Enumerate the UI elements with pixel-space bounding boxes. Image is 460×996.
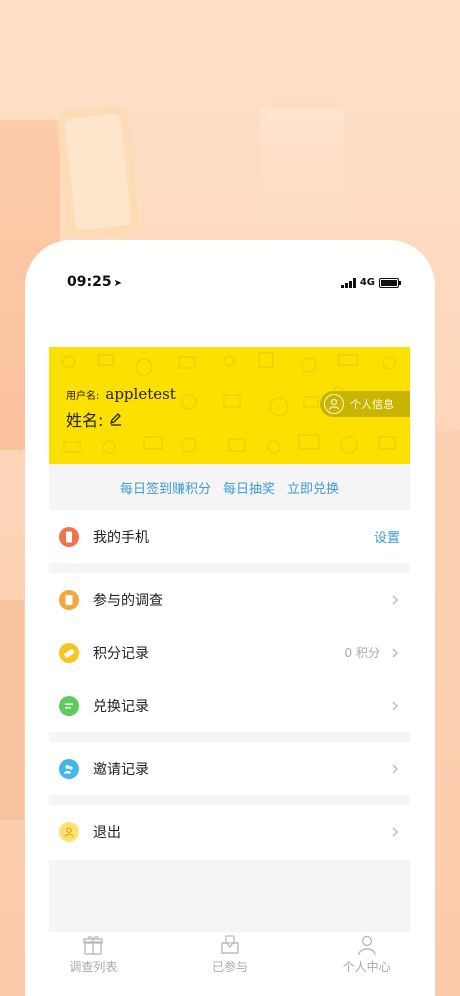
menu-label: 积分记录 [93, 645, 149, 662]
person-icon [357, 935, 376, 956]
chevron-right-icon [392, 701, 398, 710]
background-decoration [260, 108, 344, 228]
status-indicators: 4G [340, 277, 401, 288]
network-type: 4G [359, 277, 375, 288]
points-value: 0 积分 [344, 646, 380, 660]
background-decoration [0, 600, 24, 820]
menu-item-exchange[interactable]: 兑换记录 [49, 679, 410, 732]
tab-label: 调查列表 [69, 960, 118, 974]
redeem-now-link[interactable]: 立即兑换 [287, 478, 339, 497]
menu-label: 我的手机 [93, 529, 149, 546]
menu-label: 参与的调查 [93, 592, 163, 609]
user-avatar-icon [324, 394, 344, 414]
location-arrow-icon: ➤ [113, 278, 122, 289]
background-phone-illustration [55, 104, 141, 240]
signal-icon [340, 277, 356, 288]
username-label: 用户名: [66, 391, 100, 402]
menu-label: 邀请记录 [93, 761, 149, 778]
battery-icon [379, 277, 401, 288]
daily-checkin-link[interactable]: 每日签到赚积分 [120, 478, 211, 497]
menu-label: 退出 [93, 824, 121, 841]
background-decoration [436, 430, 460, 690]
daily-lottery-link[interactable]: 每日抽奖 [223, 478, 275, 497]
chevron-right-icon [392, 648, 398, 657]
chevron-right-icon [392, 827, 398, 836]
username-row: 用户名: appletest [66, 385, 176, 403]
menu-item-invite[interactable]: 邀请记录 [49, 742, 410, 795]
time-text: 09:25 [67, 274, 112, 290]
document-icon [59, 589, 79, 610]
menu-item-logout[interactable]: 退出 [49, 805, 410, 858]
menu-item-surveys[interactable]: 参与的调查 [49, 573, 410, 626]
menu-label: 兑换记录 [93, 698, 149, 715]
menu-item-my-phone[interactable]: 我的手机 设置 [49, 510, 410, 563]
divider [49, 732, 410, 742]
status-bar: 09:25 ➤ 4G [25, 240, 435, 330]
settings-link[interactable]: 设置 [374, 527, 400, 546]
list-icon [59, 695, 79, 716]
tab-bar: 调查列表 已参与 个人中心 [25, 932, 435, 992]
name-row[interactable]: 姓名: [66, 407, 123, 431]
quick-links: 每日签到赚积分 每日抽奖 立即兑换 [49, 464, 410, 510]
tab-personal-center[interactable]: 个人中心 [312, 934, 422, 975]
invite-users-icon [59, 758, 79, 779]
coupon-icon [59, 642, 79, 663]
menu-item-points[interactable]: 积分记录 0 积分 [49, 626, 410, 679]
user-logout-icon [59, 821, 79, 842]
profile-header: 用户名: appletest 姓名: 个人信息 [49, 347, 410, 464]
personal-info-button[interactable]: 个人信息 [320, 391, 410, 417]
tab-survey-list[interactable]: 调查列表 [38, 934, 148, 975]
divider [49, 563, 410, 573]
tab-label: 个人中心 [342, 960, 391, 974]
tab-label: 已参与 [211, 960, 248, 974]
name-label: 姓名: [66, 411, 104, 430]
chevron-right-icon [392, 595, 398, 604]
phone-icon [59, 526, 79, 547]
status-time: 09:25 ➤ [67, 274, 122, 290]
gift-icon [83, 936, 104, 955]
chevron-right-icon [392, 764, 398, 773]
edit-pencil-icon[interactable] [109, 412, 123, 426]
personal-info-label: 个人信息 [350, 398, 394, 411]
empty-area [49, 860, 410, 932]
username-value: appletest [105, 385, 176, 403]
divider [49, 795, 410, 805]
inbox-icon [221, 935, 239, 954]
menu-list: 我的手机 设置 参与的调查 积分记录 0 积分 兑换记录 邀请记录 退出 [49, 510, 410, 858]
phone-screen: 09:25 ➤ 4G 用户名: appletest 姓名: 个人信息 每日签到赚… [25, 240, 435, 996]
tab-participated[interactable]: 已参与 [175, 934, 285, 975]
